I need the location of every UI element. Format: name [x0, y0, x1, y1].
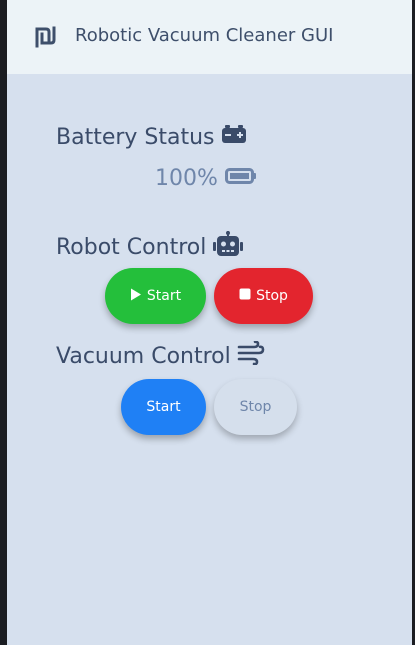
battery-full-icon: [224, 166, 257, 191]
robot-stop-button[interactable]: Stop: [214, 268, 313, 324]
vacuum-control-heading: Vacuum Control: [56, 340, 265, 371]
robot-icon: [212, 231, 244, 263]
robot-control-title: Robot Control: [56, 234, 207, 260]
vacuum-start-button[interactable]: Start: [121, 379, 206, 435]
robot-start-button[interactable]: Start: [105, 268, 206, 324]
app-bar: Robotic Vacuum Cleaner GUI: [7, 0, 412, 74]
wind-icon: [237, 340, 265, 371]
shekel-logo-icon: [34, 26, 56, 48]
vacuum-control-title: Vacuum Control: [56, 343, 231, 369]
battery-level: 100%: [155, 166, 257, 191]
vacuum-stop-button[interactable]: Stop: [214, 379, 297, 435]
car-battery-icon: [221, 124, 247, 150]
battery-level-text: 100%: [155, 166, 218, 191]
robot-control-heading: Robot Control: [56, 231, 244, 263]
vacuum-start-label: Start: [146, 399, 181, 415]
robot-start-label: Start: [146, 288, 182, 304]
battery-status-title: Battery Status: [56, 124, 215, 150]
vacuum-stop-label: Stop: [239, 399, 272, 415]
stop-icon: [239, 288, 251, 304]
app-title: Robotic Vacuum Cleaner GUI: [75, 25, 334, 46]
robot-stop-label: Stop: [256, 288, 288, 304]
battery-status-heading: Battery Status: [56, 124, 247, 150]
play-icon: [130, 288, 142, 305]
app-window: Robotic Vacuum Cleaner GUI Battery Statu…: [7, 0, 412, 645]
